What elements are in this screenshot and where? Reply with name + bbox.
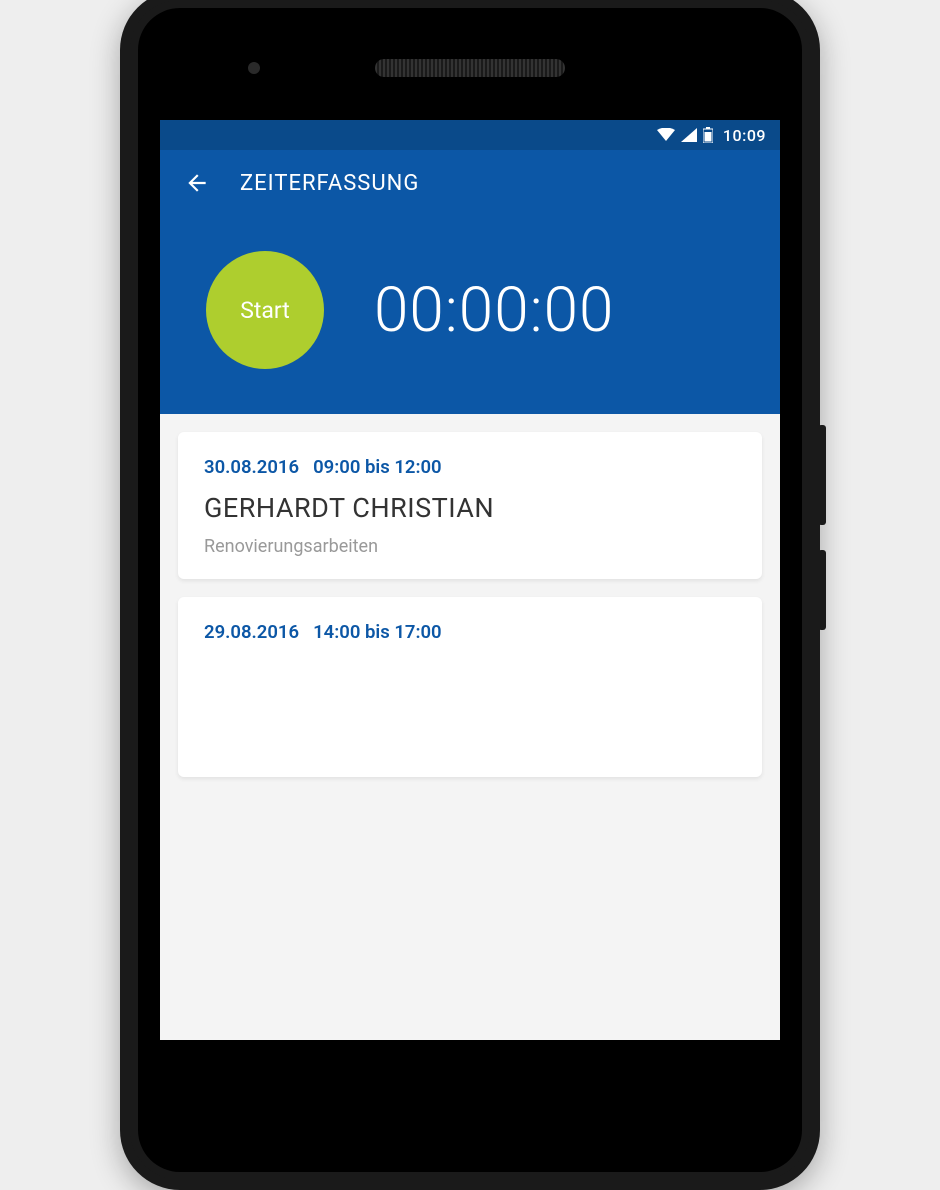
start-button-label: Start [240,297,290,324]
power-button [818,425,826,525]
wifi-icon [657,128,675,142]
phone-frame: 10:09 ZEITERFASSUNG Start 00:00:00 [120,0,820,1190]
app-title: ZEITERFASSUNG [240,171,419,196]
phone-sensors [138,48,802,88]
timer-display: 00:00:00 [374,274,614,347]
app-bar: ZEITERFASSUNG [160,150,780,216]
entry-date: 29.08.2016 [204,621,299,643]
entry-customer-name: GERHARDT CHRISTIAN [204,492,736,524]
time-entry-card[interactable]: 29.08.2016 14:00 bis 17:00 [178,597,762,777]
speaker-grille [375,59,565,77]
entry-date: 30.08.2016 [204,456,299,478]
time-entry-card[interactable]: 30.08.2016 09:00 bis 12:00 GERHARDT CHRIS… [178,432,762,579]
status-bar: 10:09 [160,120,780,150]
entry-description: Renovierungsarbeiten [204,536,736,557]
entry-time-range: 09:00 bis 12:00 [313,456,442,478]
entry-datetime: 29.08.2016 14:00 bis 17:00 [204,621,736,643]
entry-datetime: 30.08.2016 09:00 bis 12:00 [204,456,736,478]
entry-time-range: 14:00 bis 17:00 [313,621,442,643]
front-camera [248,62,260,74]
cell-signal-icon [681,128,697,142]
back-arrow-icon[interactable] [184,170,210,196]
timer-panel: Start 00:00:00 [160,216,780,414]
start-button[interactable]: Start [206,251,324,369]
status-clock: 10:09 [723,126,766,145]
side-button [818,550,826,630]
entries-list: 30.08.2016 09:00 bis 12:00 GERHARDT CHRIS… [160,414,780,777]
battery-icon [703,127,713,143]
app-screen: 10:09 ZEITERFASSUNG Start 00:00:00 [160,120,780,1040]
